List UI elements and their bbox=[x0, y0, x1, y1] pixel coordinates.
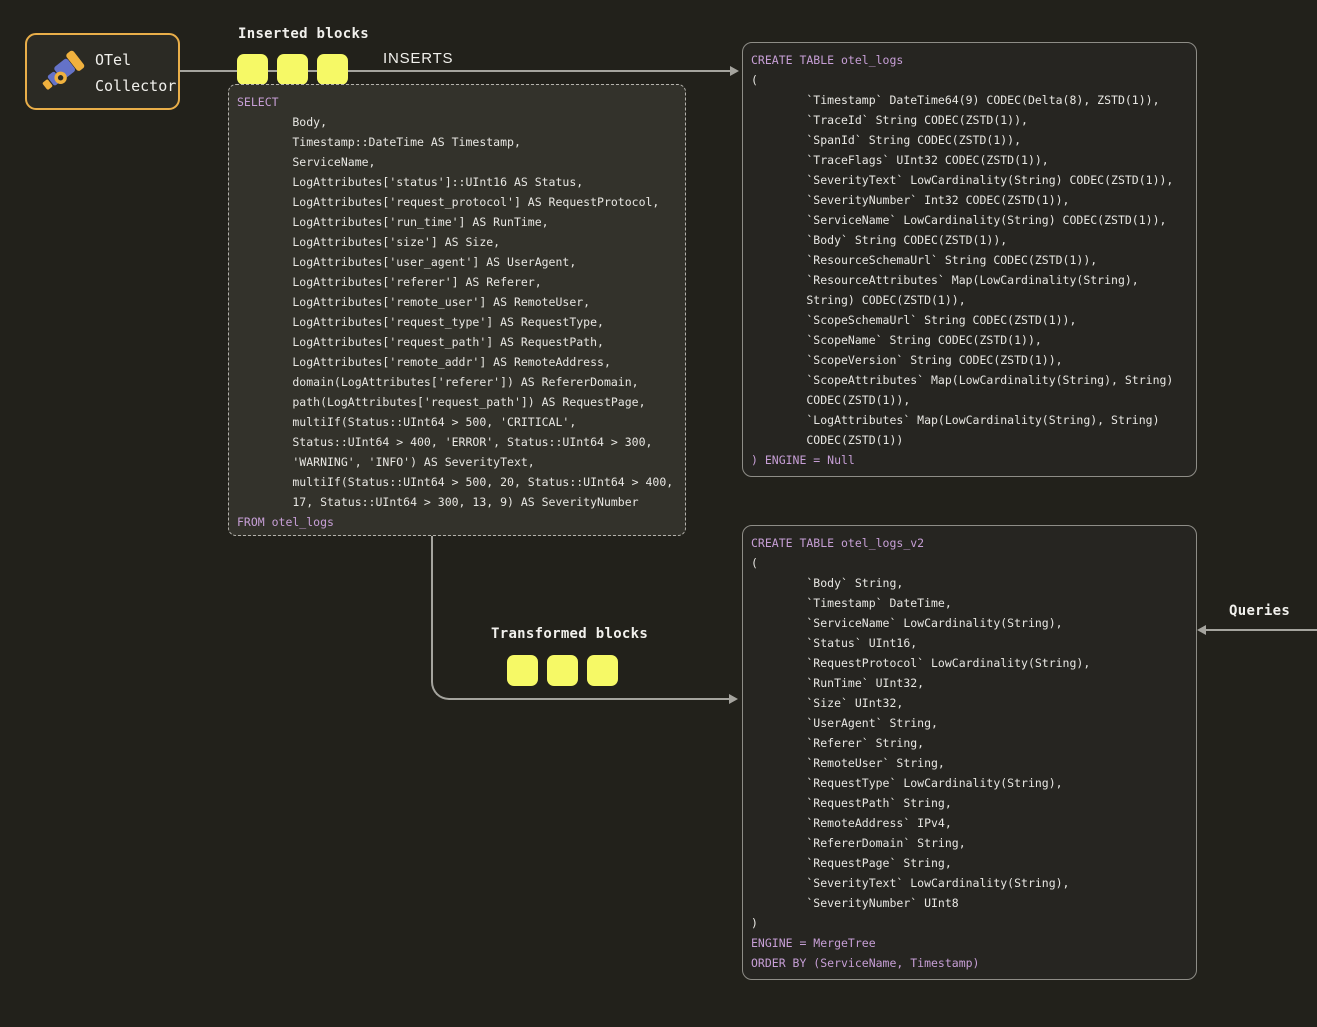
code-line: String) CODEC(ZSTD(1)), bbox=[751, 290, 1188, 310]
code-line: LogAttributes['remote_addr'] AS RemoteAd… bbox=[237, 352, 677, 372]
code-line: multiIf(Status::UInt64 > 500, 20, Status… bbox=[237, 472, 677, 492]
code-line: `ServiceName` LowCardinality(String) COD… bbox=[751, 210, 1188, 230]
code-line: `ServiceName` LowCardinality(String), bbox=[751, 613, 1188, 633]
code-line: SELECT bbox=[237, 92, 677, 112]
code-line: Status::UInt64 > 400, 'ERROR', Status::U… bbox=[237, 432, 677, 452]
code-line: ServiceName, bbox=[237, 152, 677, 172]
code-line: LogAttributes['request_path'] AS Request… bbox=[237, 332, 677, 352]
code-line: domain(LogAttributes['referer']) AS Refe… bbox=[237, 372, 677, 392]
code-line: `TraceId` String CODEC(ZSTD(1)), bbox=[751, 110, 1188, 130]
code-line: `ScopeName` String CODEC(ZSTD(1)), bbox=[751, 330, 1188, 350]
transformed-blocks-group bbox=[507, 655, 618, 686]
code-line: multiIf(Status::UInt64 > 500, 'CRITICAL'… bbox=[237, 412, 677, 432]
code-line: `Referer` String, bbox=[751, 733, 1188, 753]
code-line: ( bbox=[751, 70, 1188, 90]
select-query-block: SELECT Body, Timestamp::DateTime AS Time… bbox=[228, 84, 686, 536]
code-line: LogAttributes['referer'] AS Referer, bbox=[237, 272, 677, 292]
code-line: `Timestamp` DateTime64(9) CODEC(Delta(8)… bbox=[751, 90, 1188, 110]
code-line: `LogAttributes` Map(LowCardinality(Strin… bbox=[751, 410, 1188, 430]
code-line: `ResourceSchemaUrl` String CODEC(ZSTD(1)… bbox=[751, 250, 1188, 270]
code-line: `Body` String, bbox=[751, 573, 1188, 593]
code-line: CODEC(ZSTD(1)) bbox=[751, 430, 1188, 450]
code-line: `RefererDomain` String, bbox=[751, 833, 1188, 853]
code-line: LogAttributes['run_time'] AS RunTime, bbox=[237, 212, 677, 232]
code-line: `Timestamp` DateTime, bbox=[751, 593, 1188, 613]
code-line: 17, Status::UInt64 > 300, 13, 9) AS Seve… bbox=[237, 492, 677, 512]
code-line: LogAttributes['remote_user'] AS RemoteUs… bbox=[237, 292, 677, 312]
queries-arrow-line bbox=[1205, 629, 1317, 631]
inserts-label: INSERTS bbox=[383, 50, 453, 67]
code-line: ENGINE = MergeTree bbox=[751, 933, 1188, 953]
code-line: ) bbox=[751, 913, 1188, 933]
code-line: FROM otel_logs bbox=[237, 512, 677, 532]
code-line: 'WARNING', 'INFO') AS SeverityText, bbox=[237, 452, 677, 472]
code-line: `SeverityNumber` UInt8 bbox=[751, 893, 1188, 913]
create-table-otel-logs-v2-block: CREATE TABLE otel_logs_v2( `Body` String… bbox=[742, 525, 1197, 980]
code-line: `UserAgent` String, bbox=[751, 713, 1188, 733]
code-line: `TraceFlags` UInt32 CODEC(ZSTD(1)), bbox=[751, 150, 1188, 170]
diagram-canvas: OTel Collector Inserted blocks INSERTS S… bbox=[0, 0, 1317, 1027]
code-line: Body, bbox=[237, 112, 677, 132]
inserted-blocks-label: Inserted blocks bbox=[238, 26, 369, 42]
code-line: ORDER BY (ServiceName, Timestamp) bbox=[751, 953, 1188, 973]
code-line: LogAttributes['status']::UInt16 AS Statu… bbox=[237, 172, 677, 192]
queries-label: Queries bbox=[1229, 603, 1290, 619]
code-line: Timestamp::DateTime AS Timestamp, bbox=[237, 132, 677, 152]
code-line: `ResourceAttributes` Map(LowCardinality(… bbox=[751, 270, 1188, 290]
code-line: LogAttributes['request_protocol'] AS Req… bbox=[237, 192, 677, 212]
telescope-icon bbox=[37, 44, 91, 98]
create-table-otel-logs-block: CREATE TABLE otel_logs( `Timestamp` Date… bbox=[742, 42, 1197, 477]
code-line: `SeverityText` LowCardinality(String), bbox=[751, 873, 1188, 893]
code-line: `RequestPage` String, bbox=[751, 853, 1188, 873]
code-line: `RequestPath` String, bbox=[751, 793, 1188, 813]
code-line: `RequestProtocol` LowCardinality(String)… bbox=[751, 653, 1188, 673]
data-block bbox=[507, 655, 538, 686]
code-line: CREATE TABLE otel_logs bbox=[751, 50, 1188, 70]
data-block bbox=[547, 655, 578, 686]
code-line: LogAttributes['user_agent'] AS UserAgent… bbox=[237, 252, 677, 272]
otel-collector-label: OTel Collector bbox=[95, 47, 176, 99]
code-line: LogAttributes['request_type'] AS Request… bbox=[237, 312, 677, 332]
inserts-arrowhead-icon bbox=[730, 66, 739, 76]
data-block bbox=[237, 54, 268, 85]
data-block bbox=[587, 655, 618, 686]
code-line: `ScopeAttributes` Map(LowCardinality(Str… bbox=[751, 370, 1188, 390]
inserted-blocks-group bbox=[237, 54, 348, 85]
code-line: `SeverityText` LowCardinality(String) CO… bbox=[751, 170, 1188, 190]
code-line: ) ENGINE = Null bbox=[751, 450, 1188, 470]
code-line: `ScopeVersion` String CODEC(ZSTD(1)), bbox=[751, 350, 1188, 370]
code-line: `RequestType` LowCardinality(String), bbox=[751, 773, 1188, 793]
code-line: CODEC(ZSTD(1)), bbox=[751, 390, 1188, 410]
code-line: `Body` String CODEC(ZSTD(1)), bbox=[751, 230, 1188, 250]
queries-arrowhead-icon bbox=[1197, 625, 1206, 635]
data-block bbox=[277, 54, 308, 85]
code-line: `SeverityNumber` Int32 CODEC(ZSTD(1)), bbox=[751, 190, 1188, 210]
code-line: `Status` UInt16, bbox=[751, 633, 1188, 653]
data-block bbox=[317, 54, 348, 85]
transformed-blocks-label: Transformed blocks bbox=[491, 626, 648, 642]
code-line: path(LogAttributes['request_path']) AS R… bbox=[237, 392, 677, 412]
code-line: ( bbox=[751, 553, 1188, 573]
code-line: `Size` UInt32, bbox=[751, 693, 1188, 713]
otel-collector-node: OTel Collector bbox=[25, 33, 180, 110]
code-line: `RemoteUser` String, bbox=[751, 753, 1188, 773]
code-line: `SpanId` String CODEC(ZSTD(1)), bbox=[751, 130, 1188, 150]
code-line: LogAttributes['size'] AS Size, bbox=[237, 232, 677, 252]
code-line: `RemoteAddress` IPv4, bbox=[751, 813, 1188, 833]
code-line: `RunTime` UInt32, bbox=[751, 673, 1188, 693]
otel-label-line2: Collector bbox=[95, 77, 176, 95]
otel-label-line1: OTel bbox=[95, 51, 131, 69]
code-line: `ScopeSchemaUrl` String CODEC(ZSTD(1)), bbox=[751, 310, 1188, 330]
transformed-arrowhead-icon bbox=[729, 694, 738, 704]
code-line: CREATE TABLE otel_logs_v2 bbox=[751, 533, 1188, 553]
